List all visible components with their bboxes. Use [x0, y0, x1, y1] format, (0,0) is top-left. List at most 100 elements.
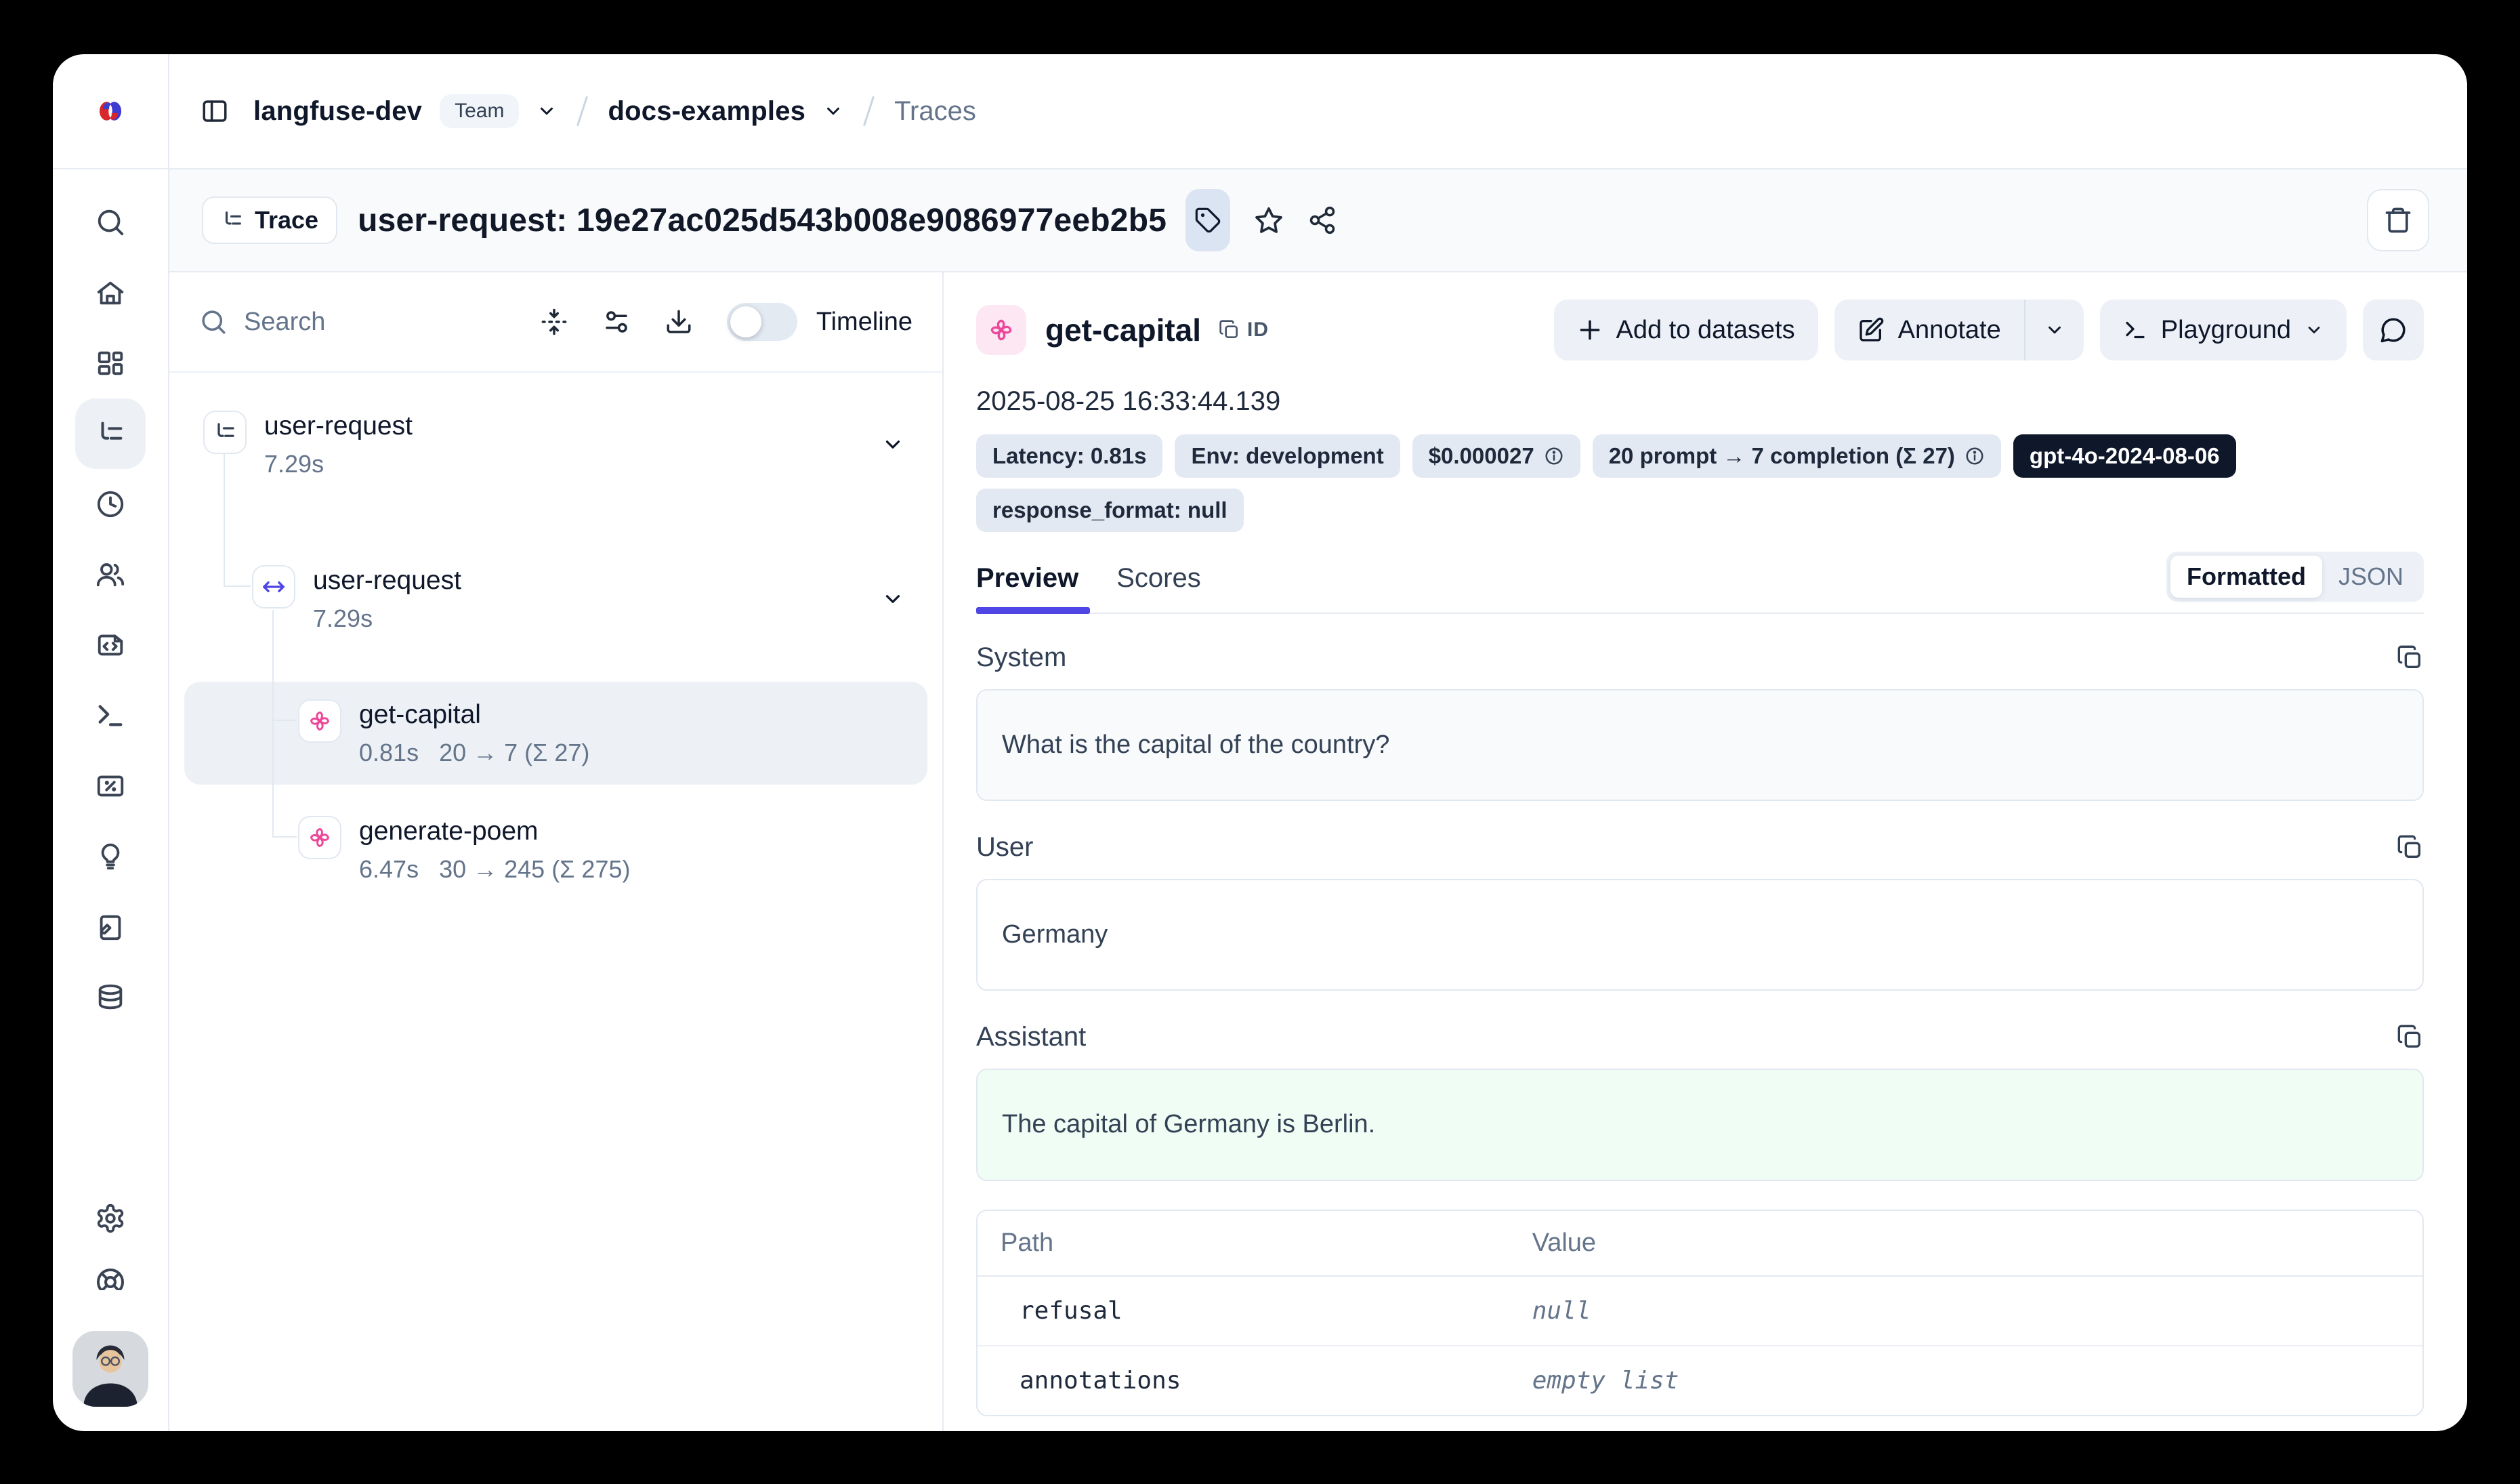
search-input[interactable]: Search	[244, 308, 325, 337]
tree-connector	[272, 720, 297, 721]
tree-connector	[224, 454, 225, 587]
copy-icon	[1219, 319, 1240, 341]
user-avatar[interactable]	[72, 1331, 148, 1407]
copy-section-button[interactable]	[2397, 644, 2424, 672]
section-title: User	[976, 832, 1033, 863]
observation-title: get-capital	[1045, 312, 1201, 348]
search-icon	[199, 308, 228, 336]
comments-button[interactable]	[2363, 300, 2424, 360]
sidebar-item-datasets[interactable]	[94, 981, 127, 1014]
generation-pinwheel-icon	[986, 315, 1016, 345]
tree-row-trace[interactable]: user-request 7.29s	[203, 411, 942, 478]
gear-icon	[95, 1203, 126, 1234]
cost-info-icon[interactable]	[1544, 446, 1564, 466]
tree-settings-button[interactable]	[602, 308, 631, 336]
observation-detail-panel: get-capital ID Add to datasets	[944, 272, 2467, 1431]
sidebar-item-home[interactable]	[94, 276, 127, 309]
tree-node-duration: 7.29s	[313, 604, 461, 633]
generation-node-badge	[298, 816, 341, 859]
share-icon	[1307, 205, 1337, 235]
format-option-json[interactable]: JSON	[2322, 556, 2420, 598]
sidebar-item-playground[interactable]	[94, 699, 127, 732]
tab-scores[interactable]: Scores	[1116, 563, 1201, 594]
tree-row-span[interactable]: user-request 7.29s	[252, 565, 942, 633]
sidebar-item-traces[interactable]	[94, 417, 127, 450]
add-to-datasets-button[interactable]: Add to datasets	[1554, 300, 1818, 360]
langfuse-logo[interactable]	[53, 54, 169, 168]
delete-trace-button[interactable]	[2367, 189, 2429, 251]
playground-button[interactable]: Playground	[2100, 300, 2347, 360]
sidebar-item-settings[interactable]	[94, 1202, 127, 1235]
breadcrumb-section[interactable]: Traces	[894, 96, 976, 127]
tree-row-generation-generate-poem[interactable]: generate-poem 6.47s30 → 245 (Σ 275)	[298, 816, 942, 884]
annotate-dropdown-button[interactable]	[2025, 300, 2084, 360]
annotate-button[interactable]: Annotate	[1834, 300, 2024, 360]
sidebar-item-prompts[interactable]	[94, 629, 127, 661]
langfuse-knot-icon	[93, 94, 127, 128]
chevron-down-icon[interactable]	[823, 101, 843, 121]
chevron-down-icon[interactable]	[537, 101, 557, 121]
chevron-down-icon	[881, 588, 904, 611]
copy-section-button[interactable]	[2397, 1024, 2424, 1051]
tab-preview[interactable]: Preview	[976, 563, 1078, 594]
section-title: Assistant	[976, 1022, 1086, 1052]
trace-badge-label: Trace	[255, 206, 318, 234]
path-column-header: Path	[1001, 1229, 1532, 1258]
life-buoy-icon	[94, 1266, 127, 1290]
database-icon	[95, 982, 126, 1013]
copy-icon	[2397, 644, 2424, 672]
sidebar-item-dashboards[interactable]	[94, 347, 127, 379]
trace-type-badge: Trace	[202, 197, 337, 244]
tree-node-label: user-request	[264, 411, 413, 442]
sidebar-item-sessions[interactable]	[94, 488, 127, 520]
sidebar-item-support[interactable]	[94, 1266, 127, 1290]
format-option-formatted[interactable]: Formatted	[2170, 556, 2322, 598]
table-row: refusal null	[978, 1277, 2422, 1346]
breadcrumb-org[interactable]: langfuse-dev	[253, 96, 422, 127]
user-message-section: User Germany	[976, 832, 2424, 991]
section-title: System	[976, 642, 1066, 673]
copy-section-button[interactable]	[2397, 834, 2424, 861]
table-header-row: Path Value	[978, 1211, 2422, 1277]
observation-tree-panel: Search	[169, 272, 944, 1431]
system-message-section: System What is the capital of the countr…	[976, 642, 2424, 801]
breadcrumb-bar: langfuse-dev Team docs-examples Traces	[169, 54, 2467, 168]
sidebar-item-evaluators[interactable]	[94, 840, 127, 873]
collapse-node-button[interactable]	[881, 433, 904, 456]
detail-header: get-capital ID Add to datasets	[976, 300, 2424, 360]
sidebar-item-search[interactable]	[94, 206, 127, 239]
usage-info-icon[interactable]	[1965, 446, 1985, 466]
sidebar-item-annotation[interactable]	[94, 911, 127, 943]
tree-row-generation-get-capital[interactable]: get-capital 0.81s20 → 7 (Σ 27)	[298, 699, 927, 767]
screen: langfuse-dev Team docs-examples Traces	[0, 0, 2520, 1484]
model-badge[interactable]: gpt-4o-2024-08-06	[2013, 434, 2236, 478]
collapse-all-button[interactable]	[540, 308, 568, 336]
sidebar-item-scores[interactable]	[94, 770, 127, 802]
output-attributes-table: Path Value refusal null annotations empt…	[976, 1210, 2424, 1416]
copy-id-button[interactable]: ID	[1219, 318, 1269, 342]
trace-header-row: Trace user-request: 19e27ac025d543b008e9…	[169, 169, 2467, 272]
share-button[interactable]	[1307, 205, 1337, 235]
star-button[interactable]	[1253, 205, 1284, 236]
download-button[interactable]	[665, 308, 693, 336]
timeline-toggle[interactable]	[727, 303, 797, 341]
lightbulb-icon	[95, 841, 126, 872]
row-path: annotations	[1001, 1367, 1532, 1395]
cost-badge: $0.000027	[1412, 434, 1580, 478]
plus-icon	[1577, 317, 1603, 343]
tag-button[interactable]	[1185, 189, 1230, 251]
breadcrumb-project[interactable]: docs-examples	[608, 96, 805, 127]
download-icon	[665, 308, 693, 336]
collapse-node-button[interactable]	[881, 588, 904, 611]
sidebar-nav	[53, 169, 169, 1431]
tree-node-duration: 0.81s	[359, 739, 419, 766]
response-format-badge: response_format: null	[976, 489, 1244, 532]
home-icon	[95, 277, 126, 308]
sidebar-toggle-button[interactable]	[201, 97, 229, 125]
tree-node-tokens: 20 → 7 (Σ 27)	[439, 739, 589, 766]
sidebar-item-users[interactable]	[94, 558, 127, 591]
copy-icon	[2397, 834, 2424, 861]
breadcrumb-separator	[863, 96, 875, 127]
tree-row-selected-highlight: get-capital 0.81s20 → 7 (Σ 27)	[184, 682, 927, 785]
sliders-icon	[602, 308, 631, 336]
